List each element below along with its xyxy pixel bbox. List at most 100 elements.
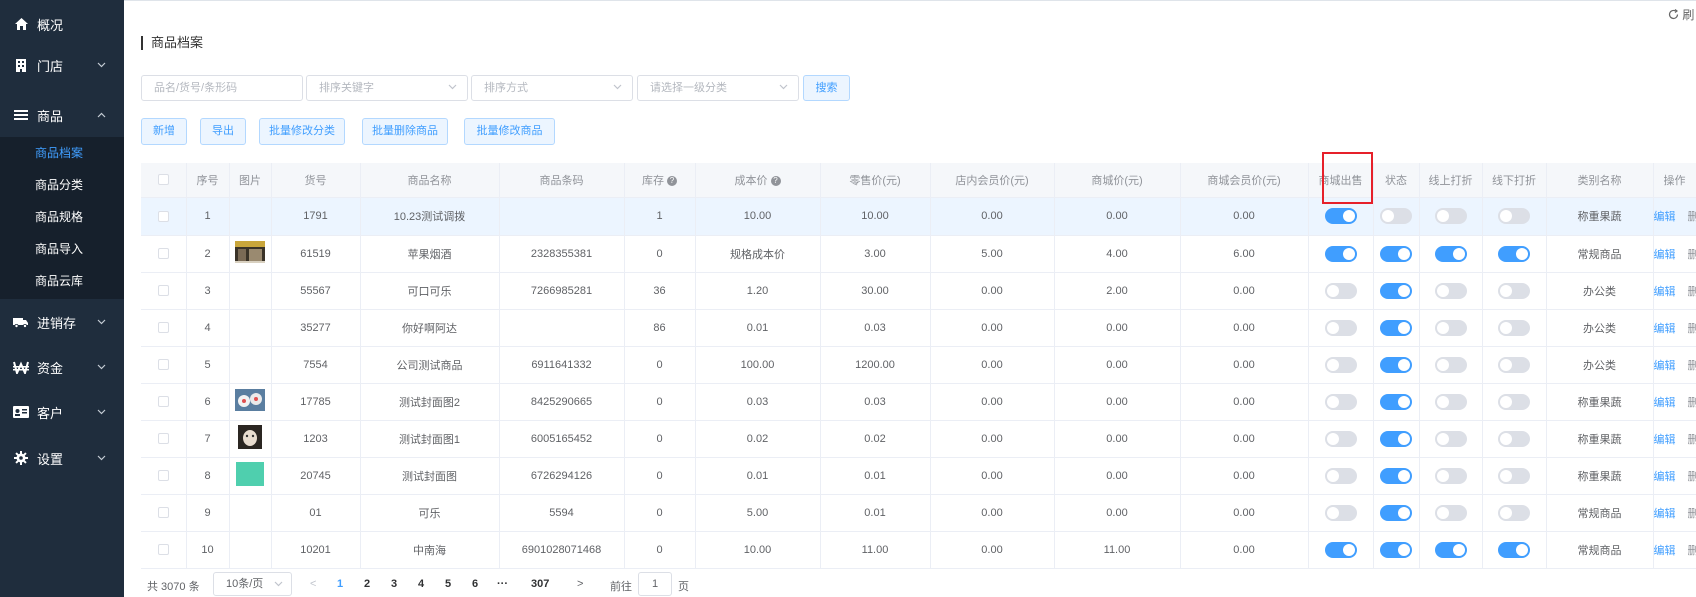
mall-sale-toggle[interactable]	[1324, 356, 1357, 373]
delete-link[interactable]: 删除	[1688, 397, 1696, 409]
refresh-button[interactable]: 刷	[1668, 6, 1694, 23]
mall-sale-toggle[interactable]	[1324, 319, 1357, 336]
sidebar-item-customer[interactable]: 客户	[0, 390, 124, 434]
edit-link[interactable]: 编辑	[1654, 434, 1676, 446]
status-toggle[interactable]	[1380, 393, 1412, 410]
delete-link[interactable]: 删除	[1688, 434, 1696, 446]
edit-link[interactable]: 编辑	[1654, 545, 1676, 557]
online-discount-toggle[interactable]	[1434, 430, 1467, 447]
offline-discount-toggle[interactable]	[1498, 319, 1530, 336]
status-toggle[interactable]	[1380, 245, 1412, 262]
sidebar-item-store[interactable]: 门店	[0, 43, 124, 87]
header-select-all[interactable]	[141, 163, 187, 198]
sidebar-item-goods[interactable]: 商品	[0, 93, 124, 137]
table-row[interactable]: 5 7554 公司测试商品 6911641332 0 100.00 1200.00 0.00 0…	[141, 346, 1696, 384]
mall-sale-toggle[interactable]	[1324, 282, 1357, 299]
page-size-select[interactable]: 10条/页	[213, 572, 292, 596]
sidebar-item-settings[interactable]: 设置	[0, 436, 124, 480]
help-icon[interactable]: ?	[667, 175, 677, 186]
sort-key-select[interactable]: 排序关键字	[306, 75, 468, 101]
offline-discount-toggle[interactable]	[1498, 541, 1530, 558]
mall-sale-toggle[interactable]	[1324, 504, 1357, 521]
sidebar-subitem-goods-spec[interactable]: 商品规格	[0, 201, 124, 233]
delete-link[interactable]: 删除	[1688, 545, 1696, 557]
next-page-button[interactable]: >	[577, 578, 583, 590]
status-toggle[interactable]	[1380, 504, 1412, 521]
page-button[interactable]: 1	[337, 578, 343, 590]
sort-order-select[interactable]: 排序方式	[471, 75, 633, 101]
mall-sale-toggle[interactable]	[1324, 245, 1357, 262]
offline-discount-toggle[interactable]	[1498, 393, 1530, 410]
edit-link[interactable]: 编辑	[1654, 397, 1676, 409]
cell-select[interactable]	[141, 531, 187, 569]
export-button[interactable]: 导出	[200, 118, 246, 145]
cell-select[interactable]	[141, 346, 187, 384]
offline-discount-toggle[interactable]	[1498, 245, 1530, 262]
online-discount-toggle[interactable]	[1434, 541, 1467, 558]
edit-link[interactable]: 编辑	[1654, 360, 1676, 372]
table-row[interactable]: 901可乐559405.000.010.000.000.00常规商品编辑删除	[141, 494, 1696, 532]
offline-discount-toggle[interactable]	[1498, 467, 1530, 484]
delete-link[interactable]: 删除	[1688, 360, 1696, 372]
row-checkbox[interactable]	[157, 396, 169, 408]
sidebar-subitem-goods-import[interactable]: 商品导入	[0, 233, 124, 265]
sidebar-subitem-goods-archive[interactable]: 商品档案	[0, 137, 124, 169]
status-toggle[interactable]	[1380, 467, 1412, 484]
mall-sale-toggle[interactable]	[1324, 541, 1357, 558]
status-toggle[interactable]	[1380, 430, 1412, 447]
online-discount-toggle[interactable]	[1434, 504, 1467, 521]
table-row[interactable]: 6 17785 测试封面图2 8425290665 0 0.03 0.03 0.00 0.00 0…	[141, 383, 1696, 421]
delete-link[interactable]: 删除	[1688, 471, 1696, 483]
online-discount-toggle[interactable]	[1434, 282, 1467, 299]
mall-sale-toggle[interactable]	[1324, 208, 1357, 224]
batch-edit-category-button[interactable]: 批量修改分类	[259, 118, 345, 145]
table-row[interactable]: 10 10201 中南海 6901028071468 0 10.00 11.00 0.00 11…	[141, 531, 1696, 569]
help-icon[interactable]: ?	[770, 175, 781, 186]
cell-select[interactable]	[141, 457, 187, 495]
search-input[interactable]: 品名/货号/条形码	[141, 75, 303, 101]
delete-link[interactable]: 删除	[1688, 508, 1696, 520]
delete-link[interactable]: 删除	[1688, 286, 1696, 298]
row-checkbox[interactable]	[157, 544, 169, 556]
table-row[interactable]: 435277你好啊阿达860.010.030.000.000.00办公类编辑删除	[141, 309, 1696, 347]
offline-discount-toggle[interactable]	[1498, 356, 1530, 373]
cell-select[interactable]	[141, 383, 187, 421]
edit-link[interactable]: 编辑	[1654, 471, 1676, 483]
delete-link[interactable]: 删除	[1688, 249, 1696, 261]
row-checkbox[interactable]	[157, 433, 169, 445]
table-row[interactable]: 1 1791 10.23测试调拨 1 10.00 10.00 0.00 0.00 0.00 称重果…	[141, 197, 1696, 236]
offline-discount-toggle[interactable]	[1498, 430, 1530, 447]
sidebar-item-inventory[interactable]: 进销存	[0, 300, 124, 344]
online-discount-toggle[interactable]	[1434, 356, 1467, 373]
offline-discount-toggle[interactable]	[1498, 208, 1530, 224]
row-checkbox[interactable]	[157, 470, 169, 482]
search-button[interactable]: 搜索	[803, 75, 850, 101]
status-toggle[interactable]	[1380, 356, 1412, 373]
page-button[interactable]: 3	[391, 578, 397, 590]
cell-select[interactable]	[141, 272, 187, 310]
goto-page-input[interactable]	[638, 572, 672, 596]
page-ellipsis[interactable]: ···	[497, 578, 508, 590]
online-discount-toggle[interactable]	[1434, 208, 1467, 224]
cell-select[interactable]	[141, 197, 187, 236]
online-discount-toggle[interactable]	[1434, 467, 1467, 484]
online-discount-toggle[interactable]	[1434, 393, 1467, 410]
row-checkbox[interactable]	[157, 248, 169, 260]
cell-select[interactable]	[141, 235, 187, 273]
sidebar-subitem-goods-category[interactable]: 商品分类	[0, 169, 124, 201]
mall-sale-toggle[interactable]	[1324, 467, 1357, 484]
page-button[interactable]: 4	[418, 578, 424, 590]
table-row[interactable]: 2 61519 苹果烟酒 2328355381 0 规格成本价 3.00 5.00 4.00 6.…	[141, 235, 1696, 273]
row-checkbox[interactable]	[157, 285, 169, 297]
cell-select[interactable]	[141, 494, 187, 532]
select-all-checkbox[interactable]	[157, 174, 169, 186]
page-button[interactable]: 307	[531, 578, 549, 590]
category-select[interactable]: 请选择一级分类	[637, 75, 799, 101]
delete-link[interactable]: 删除	[1688, 211, 1696, 223]
page-button[interactable]: 2	[364, 578, 370, 590]
table-row[interactable]: 3 55567 可口可乐 7266985281 36 1.20 30.00 0.00 2.00 0…	[141, 272, 1696, 310]
table-row[interactable]: 8 20745 测试封面图 6726294126 0 0.01 0.01 0.00 0.00 0.…	[141, 457, 1696, 495]
edit-link[interactable]: 编辑	[1654, 249, 1676, 261]
cell-select[interactable]	[141, 309, 187, 347]
status-toggle[interactable]	[1380, 319, 1412, 336]
